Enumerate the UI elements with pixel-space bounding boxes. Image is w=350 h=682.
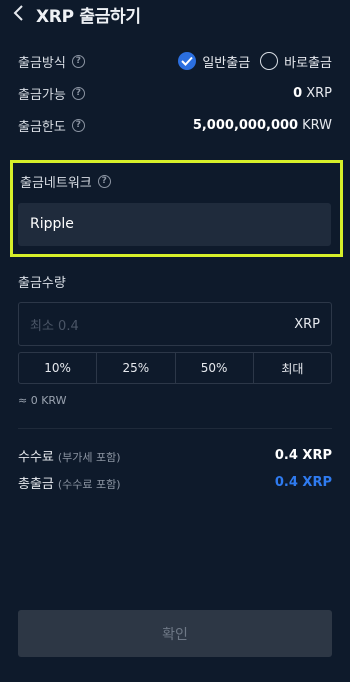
total-note: (수수료 포함) (57, 477, 121, 491)
available-amount: 0 (293, 85, 303, 101)
help-icon[interactable]: ? (71, 118, 85, 132)
method-row: 출금방식 ? 일반출금 바로출금 (18, 51, 332, 71)
radio-instant-label: 바로출금 (284, 55, 332, 71)
available-unit: XRP (306, 85, 332, 101)
preset-10-button[interactable]: 10% (19, 353, 98, 383)
total-label: 총출금 (18, 476, 54, 492)
available-row: 출금가능 ? 0 XRP (18, 83, 332, 103)
amount-placeholder: 최소 0.4 (30, 318, 79, 334)
amount-unit: XRP (294, 316, 320, 332)
radio-unchecked-icon (260, 52, 279, 70)
available-label: 출금가능 (18, 87, 66, 103)
fee-value: 0.4 XRP (274, 447, 332, 463)
total-row: 총출금 (수수료 포함) 0.4 XRP (18, 472, 332, 492)
fee-note: (부가세 포함) (57, 450, 121, 464)
amount-label: 출금수량 (18, 276, 66, 291)
help-icon[interactable]: ? (97, 175, 111, 188)
preset-50-button[interactable]: 50% (176, 353, 254, 383)
chevron-left-icon[interactable] (12, 5, 26, 21)
preset-max-button[interactable]: 최대 (254, 353, 331, 383)
help-icon[interactable]: ? (71, 54, 85, 68)
approx-krw: ≈ 0 KRW (18, 394, 67, 407)
preset-25-button[interactable]: 25% (97, 353, 176, 383)
limit-label: 출금한도 (18, 119, 66, 135)
limit-row: 출금한도 ? 5,000,000,000 KRW (18, 115, 332, 135)
network-label: 출금네트워크 (20, 176, 92, 191)
divider (18, 428, 332, 429)
help-icon[interactable]: ? (71, 86, 85, 100)
header: XRP 출금하기 (0, 0, 350, 27)
radio-normal-label: 일반출금 (202, 55, 251, 71)
limit-unit: KRW (302, 117, 332, 133)
limit-amount: 5,000,000,000 (192, 117, 299, 133)
fee-label: 수수료 (18, 449, 54, 465)
radio-instant-withdraw[interactable]: 바로출금 (260, 52, 332, 71)
method-radio-group: 일반출금 바로출금 (168, 52, 332, 71)
network-section: 출금네트워크 ? Ripple (10, 160, 343, 257)
limit-value: 5,000,000,000 KRW (193, 118, 332, 133)
amount-input[interactable]: 최소 0.4 XRP (18, 302, 332, 346)
total-value: 0.4 XRP (274, 474, 332, 490)
check-icon (178, 52, 197, 70)
confirm-button[interactable]: 확인 (18, 610, 332, 657)
fee-row: 수수료 (부가세 포함) 0.4 XRP (18, 445, 332, 465)
radio-normal-withdraw[interactable]: 일반출금 (178, 52, 250, 71)
available-value: 0 XRP (293, 86, 332, 101)
amount-presets: 10% 25% 50% 최대 (18, 352, 332, 384)
page-title: XRP 출금하기 (36, 7, 141, 27)
network-select[interactable]: Ripple (18, 203, 331, 246)
method-label: 출금방식 (18, 55, 66, 71)
